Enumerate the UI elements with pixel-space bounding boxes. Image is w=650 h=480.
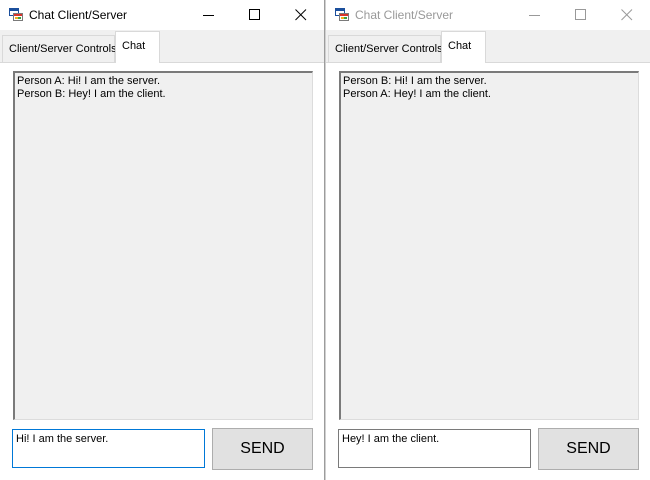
- maximize-icon: [575, 9, 586, 20]
- chat-log-line: Person A: Hi! I am the server.: [17, 75, 161, 87]
- app-icon: [9, 8, 23, 21]
- tab-strip: Client/Server Controls Chat: [0, 30, 324, 63]
- minimize-button[interactable]: [186, 0, 232, 30]
- tab-strip: Client/Server Controls Chat: [326, 30, 650, 63]
- close-button[interactable]: [278, 0, 324, 30]
- message-input[interactable]: Hi! I am the server.: [12, 429, 205, 468]
- tab-client-server-controls[interactable]: Client/Server Controls: [2, 35, 117, 62]
- chat-log[interactable]: Person B: Hi! I am the server. Person A:…: [339, 71, 639, 420]
- chat-log-line: Person B: Hey! I am the client.: [17, 88, 166, 100]
- tab-chat[interactable]: Chat: [115, 31, 160, 63]
- title-bar[interactable]: Chat Client/Server: [0, 0, 324, 30]
- chat-tab-page: Person B: Hi! I am the server. Person A:…: [326, 62, 650, 480]
- tab-chat[interactable]: Chat: [441, 31, 486, 63]
- send-button[interactable]: SEND: [538, 428, 639, 470]
- window-title: Chat Client/Server: [29, 8, 128, 22]
- maximize-button[interactable]: [232, 0, 278, 30]
- minimize-icon: [203, 15, 214, 16]
- title-bar[interactable]: Chat Client/Server: [326, 0, 650, 30]
- window-title: Chat Client/Server: [355, 8, 454, 22]
- message-input[interactable]: Hey! I am the client.: [338, 429, 531, 468]
- close-icon: [621, 9, 633, 21]
- minimize-icon: [529, 15, 540, 16]
- chat-window-server: Chat Client/Server Client/Server Control…: [0, 0, 325, 480]
- chat-tab-page: Person A: Hi! I am the server. Person B:…: [0, 62, 324, 480]
- send-button[interactable]: SEND: [212, 428, 313, 470]
- chat-log-line: Person B: Hi! I am the server.: [343, 75, 487, 87]
- close-icon: [295, 9, 307, 21]
- chat-log-line: Person A: Hey! I am the client.: [343, 88, 491, 100]
- minimize-button[interactable]: [512, 0, 558, 30]
- tab-client-server-controls[interactable]: Client/Server Controls: [328, 35, 443, 62]
- chat-log[interactable]: Person A: Hi! I am the server. Person B:…: [13, 71, 313, 420]
- app-icon: [335, 8, 349, 21]
- close-button[interactable]: [604, 0, 650, 30]
- maximize-button[interactable]: [558, 0, 604, 30]
- chat-window-client: Chat Client/Server Client/Server Control…: [325, 0, 650, 480]
- maximize-icon: [249, 9, 260, 20]
